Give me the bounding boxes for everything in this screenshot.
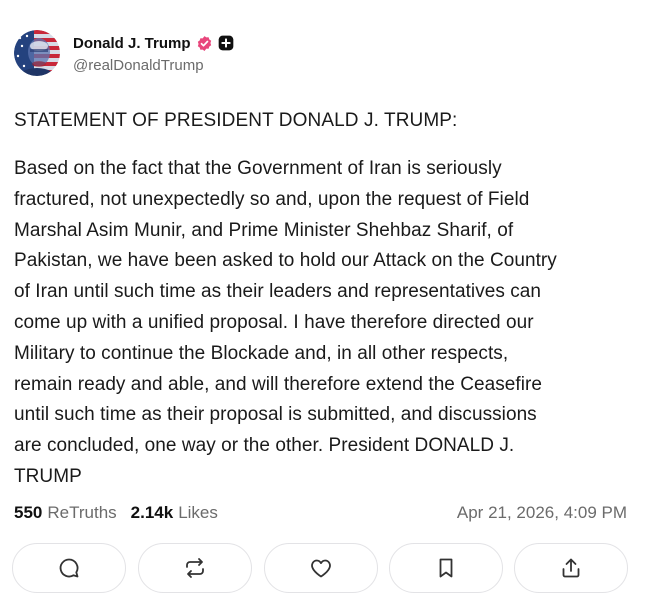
post-body-line: TRUMP xyxy=(14,465,82,487)
likes-label[interactable]: Likes xyxy=(178,503,218,523)
post-body-line: fractured, not unexpectedly so and, upon… xyxy=(14,188,530,210)
retruth-icon xyxy=(186,558,204,578)
post-body-line: of Iran until such time as their leaders… xyxy=(14,281,542,303)
reply-button[interactable] xyxy=(12,543,126,593)
post-header: Donald J. Trump @realDonaldTrump xyxy=(14,30,234,76)
post-stats: 550 ReTruths 2.14k Likes xyxy=(14,503,218,523)
author-handle[interactable]: @realDonaldTrump xyxy=(73,57,234,74)
share-button[interactable] xyxy=(514,543,628,593)
post-body-line: are concluded, one way or the other. Pre… xyxy=(14,435,515,457)
post-body: Based on the fact that the Government of… xyxy=(14,154,634,493)
retruths-label[interactable]: ReTruths xyxy=(47,503,116,523)
bookmark-button[interactable] xyxy=(389,543,503,593)
heart-icon xyxy=(311,559,331,578)
post-body-line: Military to continue the Blockade and, i… xyxy=(14,342,509,364)
post-body-line: come up with a unified proposal. I have … xyxy=(14,311,534,333)
action-bar xyxy=(12,543,642,595)
avatar[interactable] xyxy=(14,30,60,76)
retruths-count[interactable]: 550 xyxy=(14,503,42,523)
post-timestamp[interactable]: Apr 21, 2026, 4:09 PM xyxy=(457,503,627,523)
bookmark-icon xyxy=(439,558,453,578)
post-body-line: Based on the fact that the Government of… xyxy=(14,158,502,179)
post-heading: STATEMENT OF PRESIDENT DONALD J. TRUMP: xyxy=(14,110,458,131)
share-icon xyxy=(562,558,580,578)
post-body-line: remain ready and able, and will therefor… xyxy=(14,373,543,395)
author-block: Donald J. Trump @realDonaldTrump xyxy=(73,32,234,74)
post-body-line: until such time as their proposal is sub… xyxy=(14,404,537,426)
avatar-image xyxy=(14,30,60,76)
post-body-line: Marshal Asim Munir, and Prime Minister S… xyxy=(14,219,514,241)
post-body-line: Pakistan, we have been asked to hold our… xyxy=(14,250,557,272)
like-button[interactable] xyxy=(264,543,378,593)
verified-badge-icon xyxy=(196,35,213,52)
author-name-row: Donald J. Trump xyxy=(73,32,234,54)
retruth-button[interactable] xyxy=(138,543,252,593)
likes-count[interactable]: 2.14k xyxy=(131,503,174,523)
reply-icon xyxy=(59,558,79,578)
plus-badge-icon xyxy=(218,35,234,51)
author-name[interactable]: Donald J. Trump xyxy=(73,35,191,52)
